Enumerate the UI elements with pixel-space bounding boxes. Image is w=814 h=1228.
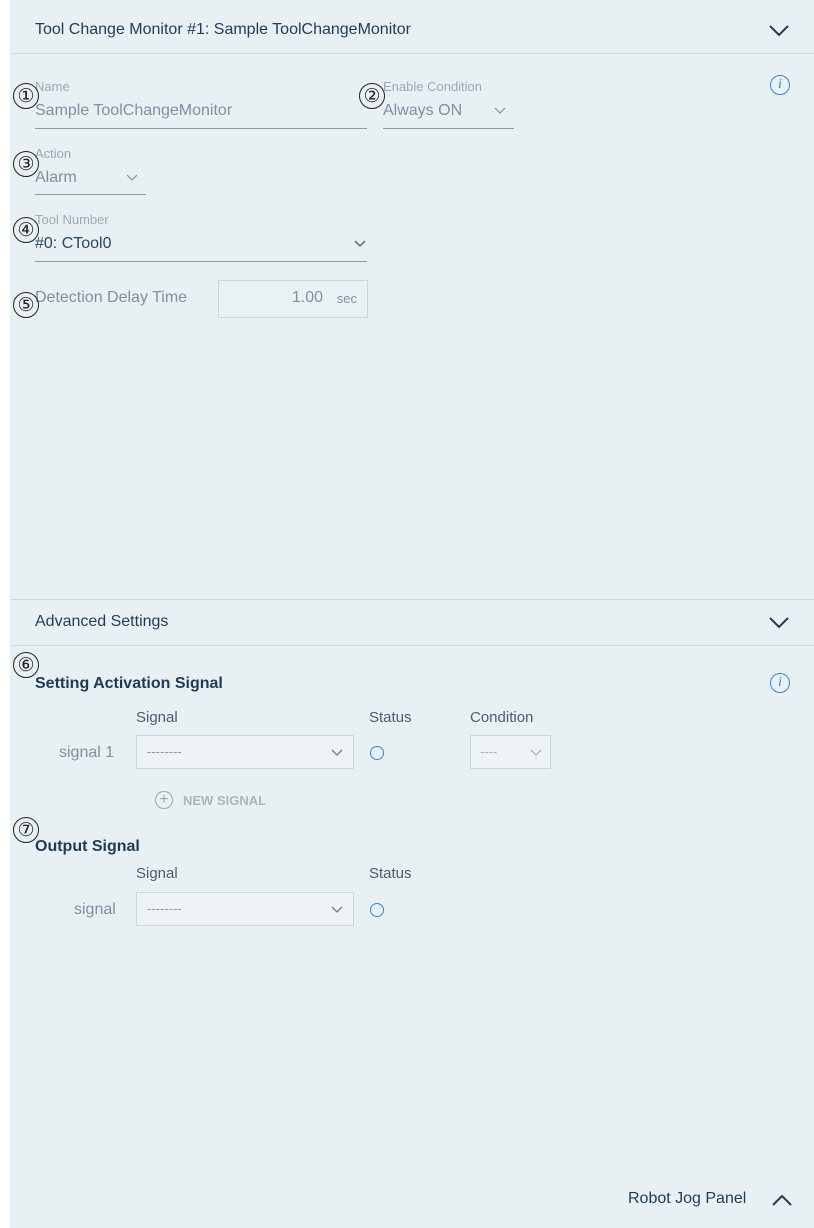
marker-2: ②: [359, 83, 385, 109]
action-underline: [35, 194, 146, 195]
enable-condition-select[interactable]: Always ON: [383, 102, 462, 120]
tool-number-select[interactable]: #0: CTool0: [35, 235, 112, 253]
output-signal-title: Output Signal: [35, 838, 140, 855]
chevron-down-icon[interactable]: [768, 616, 790, 630]
info-icon[interactable]: i: [770, 75, 790, 95]
tool-number-underline: [35, 261, 367, 262]
marker-7: ⑦: [13, 817, 39, 843]
name-field[interactable]: Sample ToolChangeMonitor: [35, 102, 232, 120]
advanced-settings-title[interactable]: Advanced Settings: [35, 613, 168, 631]
action-select[interactable]: Alarm: [35, 169, 77, 187]
detection-delay-label: Detection Delay Time: [35, 289, 188, 306]
output-row-label: signal: [74, 901, 116, 918]
tool-change-monitor-panel: Tool Change Monitor #1: Sample ToolChang…: [10, 0, 814, 1228]
advanced-top-divider: [10, 599, 814, 600]
output-status-indicator: [370, 903, 384, 917]
enable-condition-label: Enable Condition: [383, 79, 483, 94]
activation-col-status: Status: [369, 709, 412, 726]
activation-signal-select[interactable]: --------: [136, 735, 354, 769]
robot-jog-panel-label[interactable]: Robot Jog Panel: [628, 1190, 746, 1208]
chevron-down-icon: [331, 749, 343, 756]
new-signal-label: NEW SIGNAL: [183, 793, 267, 808]
chevron-down-icon[interactable]: [354, 240, 366, 248]
marker-1: ①: [13, 83, 39, 109]
detection-delay-unit: sec: [336, 291, 357, 306]
activation-signal-title: Setting Activation Signal: [35, 675, 223, 692]
output-col-signal: Signal: [136, 865, 178, 882]
activation-condition-value: ----: [480, 744, 498, 759]
header-divider: [10, 53, 814, 54]
marker-4: ④: [13, 217, 39, 243]
chevron-down-icon: [530, 749, 542, 756]
activation-col-condition: Condition: [470, 709, 534, 726]
activation-condition-select[interactable]: ----: [470, 735, 551, 769]
chevron-up-icon[interactable]: [771, 1193, 793, 1207]
info-icon[interactable]: i: [770, 673, 790, 693]
marker-6: ⑥: [13, 652, 39, 678]
action-label: Action: [35, 146, 72, 161]
detection-delay-input[interactable]: 1.00 sec: [218, 280, 368, 318]
chevron-down-icon[interactable]: [126, 174, 138, 182]
advanced-bottom-divider: [10, 645, 814, 646]
enable-condition-underline: [383, 128, 514, 129]
plus-icon: +: [155, 791, 173, 809]
new-signal-button[interactable]: + NEW SIGNAL: [155, 790, 305, 812]
output-signal-value: --------: [147, 901, 182, 916]
chevron-down-icon[interactable]: [768, 24, 790, 38]
marker-5: ⑤: [13, 292, 39, 318]
name-underline: [35, 128, 367, 129]
output-signal-select[interactable]: --------: [136, 892, 354, 926]
panel-title: Tool Change Monitor #1: Sample ToolChang…: [35, 21, 411, 38]
marker-3: ③: [13, 151, 39, 177]
activation-status-indicator: [370, 746, 384, 760]
activation-row-label: signal 1: [59, 744, 115, 761]
activation-signal-value: --------: [147, 744, 182, 759]
name-label: Name: [35, 79, 70, 94]
tool-number-label: Tool Number: [35, 212, 109, 227]
chevron-down-icon: [331, 906, 343, 913]
output-col-status: Status: [369, 865, 412, 882]
activation-col-signal: Signal: [136, 709, 178, 726]
detection-delay-value: 1.00: [291, 289, 323, 306]
chevron-down-icon[interactable]: [494, 107, 506, 115]
